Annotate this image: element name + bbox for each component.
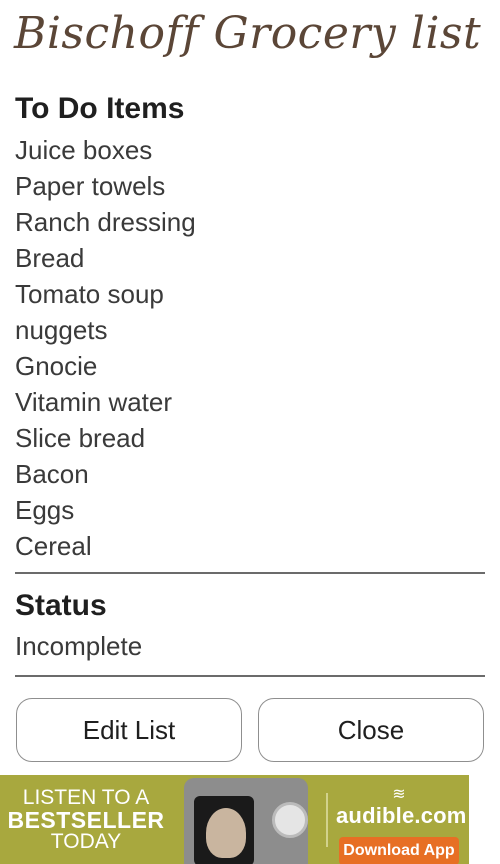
close-button[interactable]: Close: [258, 698, 484, 762]
list-item: Cereal: [15, 531, 92, 561]
list-item: Eggs: [15, 495, 75, 525]
status-heading: Status: [15, 589, 107, 622]
ad-line-2: BESTSELLER: [7, 806, 165, 833]
ad-banner[interactable]: LISTEN TO A BESTSELLER TODAY ≋ audible.c…: [0, 775, 469, 864]
ad-separator: [326, 793, 328, 847]
list-item: Tomato soup: [15, 279, 164, 309]
list-item: Paper towels: [15, 171, 166, 201]
audible-wave-icon: ≋: [392, 786, 406, 803]
ad-photo: [184, 778, 308, 864]
list-title: Bischoff Grocery list: [14, 8, 482, 59]
divider: [15, 572, 485, 574]
divider: [15, 675, 485, 677]
list-item: Vitamin water: [15, 387, 173, 417]
ad-tagline: LISTEN TO A BESTSELLER TODAY: [0, 775, 172, 864]
earbud-image: [272, 802, 308, 838]
audible-brand: audible.com: [336, 803, 467, 828]
list-item: Juice boxes: [15, 135, 153, 165]
todo-list: Juice boxes Paper towels Ranch dressing …: [15, 132, 196, 564]
person-image: [206, 808, 246, 858]
list-item: Bread: [15, 243, 85, 273]
edit-list-button[interactable]: Edit List: [16, 698, 242, 762]
ad-line-1: LISTEN TO A: [22, 785, 150, 809]
download-app-button[interactable]: Download App: [339, 837, 459, 864]
list-item: Bacon: [15, 459, 89, 489]
ad-line-3: TODAY: [50, 829, 122, 853]
list-item: Ranch dressing: [15, 207, 196, 237]
audible-logo: ≋ audible.com Download App: [336, 786, 467, 864]
list-item: Gnocie: [15, 351, 98, 381]
todo-heading: To Do Items: [15, 92, 185, 125]
status-value: Incomplete: [15, 631, 143, 661]
list-item: Slice bread: [15, 423, 146, 453]
list-item: nuggets: [15, 315, 108, 345]
